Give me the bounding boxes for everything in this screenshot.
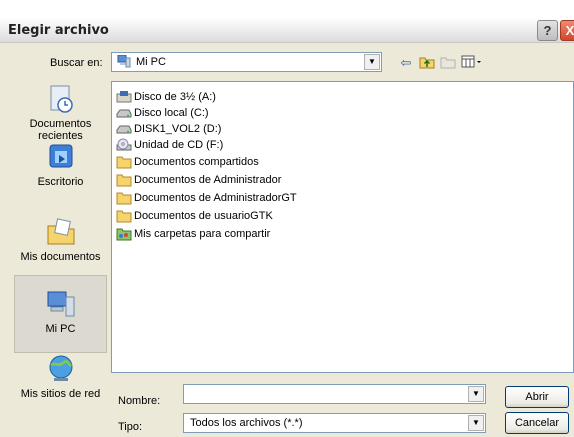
hard-drive-icon: [116, 109, 132, 117]
filetype-value: Todos los archivos (*.*): [190, 417, 303, 429]
my-documents-icon: [47, 218, 74, 245]
up-folder-icon[interactable]: [418, 55, 436, 71]
chevron-down-icon[interactable]: ▼: [468, 386, 484, 402]
list-item[interactable]: Documentos de Administrador: [116, 171, 281, 188]
filename-input[interactable]: ▼: [183, 384, 486, 404]
chevron-down-icon[interactable]: ▼: [468, 415, 484, 431]
file-dialog: Elegir archivo ? X Buscar en: Mi PC ▼ ⇦ …: [0, 0, 574, 437]
back-icon[interactable]: ⇦: [397, 55, 415, 71]
filetype-dropdown[interactable]: Todos los archivos (*.*) ▼: [183, 413, 486, 433]
file-name: Documentos de Administrador: [134, 173, 282, 186]
file-list[interactable]: Disco de 3½ (A:) Disco local (C:) DISK1_…: [111, 81, 574, 373]
lookin-label: Buscar en:: [50, 57, 103, 69]
desktop-icon: [49, 144, 72, 168]
file-name: Documentos de AdministradorGT: [134, 191, 297, 204]
file-name: Disco local (C:): [134, 106, 209, 119]
cd-drive-icon: [116, 138, 132, 150]
view-menu-icon[interactable]: [460, 55, 484, 71]
new-folder-icon[interactable]: [439, 55, 457, 71]
chevron-down-icon[interactable]: ▼: [364, 54, 380, 70]
shared-folder-icon: [116, 228, 132, 240]
list-item[interactable]: Disco local (C:): [116, 104, 209, 121]
list-item[interactable]: Unidad de CD (F:): [116, 136, 223, 153]
list-item[interactable]: Documentos de AdministradorGT: [116, 189, 297, 206]
hard-drive-icon: [116, 125, 132, 133]
list-item[interactable]: Documentos compartidos: [116, 153, 259, 170]
file-name: DISK1_VOL2 (D:): [134, 122, 222, 135]
place-network[interactable]: Mis sitios de red: [14, 353, 107, 400]
file-name: Documentos de usuarioGTK: [134, 209, 273, 222]
list-item[interactable]: Mis carpetas para compartir: [116, 225, 270, 242]
place-my-computer[interactable]: Mi PC: [14, 275, 107, 353]
folder-icon: [116, 192, 132, 204]
file-name: Mis carpetas para compartir: [134, 227, 271, 240]
place-label: Mis sitios de red: [20, 388, 101, 400]
open-button[interactable]: Abrir: [505, 386, 569, 408]
file-name: Disco de 3½ (A:): [134, 90, 216, 103]
place-recent-documents[interactable]: Documentos recientes: [14, 83, 107, 142]
recent-documents-icon: [50, 85, 73, 113]
background-strip: [0, 0, 574, 19]
window-title: Elegir archivo: [8, 23, 109, 38]
place-label: Documentos recientes: [29, 118, 92, 142]
place-desktop[interactable]: Escritorio: [14, 141, 107, 188]
floppy-drive-icon: [116, 90, 132, 102]
list-item[interactable]: DISK1_VOL2 (D:): [116, 120, 221, 137]
computer-icon: [117, 55, 131, 68]
place-label: Mis documentos: [20, 251, 101, 263]
place-label: Escritorio: [37, 176, 84, 188]
network-places-icon: [49, 355, 72, 381]
folder-icon: [116, 174, 132, 186]
place-label: Mi PC: [45, 323, 76, 335]
help-button[interactable]: ?: [537, 20, 558, 41]
close-button[interactable]: X: [560, 20, 574, 41]
lookin-value: Mi PC: [136, 56, 166, 68]
my-computer-icon: [47, 291, 74, 317]
file-name: Unidad de CD (F:): [134, 138, 224, 151]
folder-icon: [116, 156, 132, 168]
list-item[interactable]: Documentos de usuarioGTK: [116, 207, 273, 224]
folder-icon: [116, 210, 132, 222]
filetype-label: Tipo:: [118, 421, 143, 433]
cancel-button[interactable]: Cancelar: [505, 412, 569, 434]
title-bar[interactable]: Elegir archivo ? X: [0, 19, 574, 43]
file-name: Documentos compartidos: [134, 155, 259, 168]
place-my-documents[interactable]: Mis documentos: [14, 216, 107, 263]
filename-label: Nombre:: [118, 395, 161, 407]
places-bar: Documentos recientes Escritorio Mis docu…: [14, 81, 107, 406]
list-item[interactable]: Disco de 3½ (A:): [116, 88, 216, 105]
lookin-dropdown[interactable]: Mi PC ▼: [111, 52, 382, 72]
